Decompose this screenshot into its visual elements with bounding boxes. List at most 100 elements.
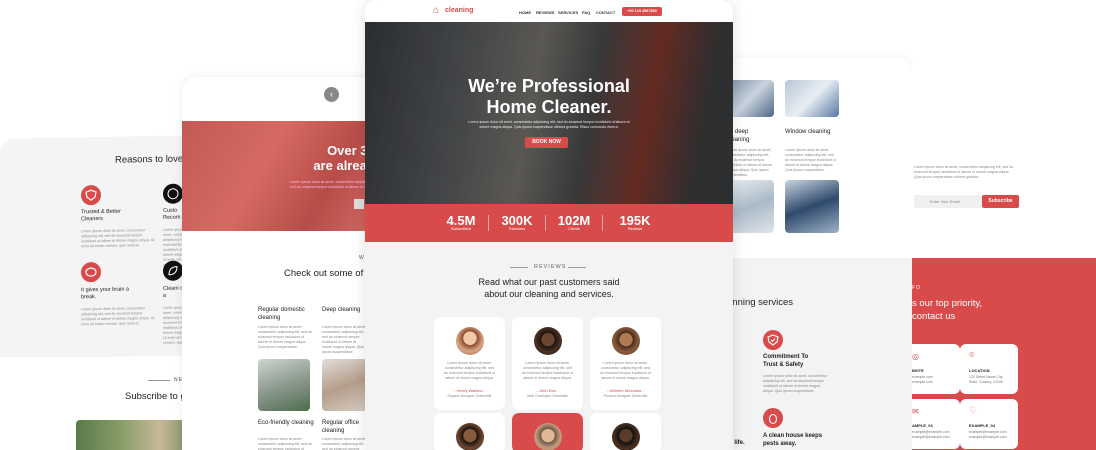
bug-icon [763,408,783,428]
info-box-line: example@example.com [912,430,950,434]
reviewer-role: Graphic Designer Greenville [447,394,492,398]
review-text: Lorem ipsum dolor sit amet, consectetur … [600,361,651,380]
info-box-line: example.com [912,375,933,379]
avatar [612,327,640,355]
brain-icon [81,261,101,283]
reviews-heading-line2: about our cleaning and services. [484,289,614,299]
service-title-deep: ce deep cleaning [727,129,750,143]
cleaning-photo [727,80,774,117]
subscribe-button[interactable]: Subscribe [982,195,1019,208]
reviewer-role: Web Developer Greenville [527,394,568,398]
book-now-button[interactable]: BOOK NOW [525,137,568,148]
shield-check-icon [763,330,783,350]
section-tag: W [359,255,364,261]
info-box-label: LOCATION [969,368,990,373]
hero-subtitle: Lorem ipsum dolor sit amet, consectetur … [468,120,630,129]
review-card-highlighted [512,413,583,450]
review-text: Lorem ipsum dolor sit amet, consectetur … [522,361,573,380]
service-text: Lorem ipsum dolor sit amet, consectetur … [258,325,312,349]
feature-title-brain: It gives your brain a break. [81,286,129,301]
carousel-prev-button[interactable]: ‹ [324,87,339,102]
left-hero-button[interactable] [354,199,364,209]
logo-icon: ⌂ [433,5,440,16]
stat-clients-value: 102M [557,213,591,228]
stat-followers-label: Followers [508,227,526,231]
feature-text: Lorem ipsum dolor sit amet, consectetur … [81,228,155,249]
kitchen-photo [727,180,774,233]
email-placeholder: Enter Your Email [930,199,960,204]
leaf-icon [163,260,183,281]
nav-services[interactable]: SERVICES [558,10,578,15]
review-card [590,413,661,450]
reasons-heading: Reasons to love [115,153,184,166]
service-text: Lorem ipsum dolor sit amet, consectetur … [322,437,367,450]
info-box-example4: ♡ EXAMPLE_04 example@example.com example… [960,399,1018,449]
main-homepage-card: ⌂ cleaning HOME REVIEWS SERVICES FAQ CON… [365,0,733,450]
info-box-line: example@example.com [912,435,950,439]
feature-text: Lorem ipsum dolor sit amet, consectetur … [81,306,155,327]
info-box-location: ⌾ LOCATION 123 Street Name City, State, … [960,344,1018,394]
reviewer-role: Product Designer Greenville [603,394,648,398]
info-box-line: example@example.com [969,430,1007,434]
divider [510,267,528,268]
brand-logo[interactable]: cleaning [445,7,473,14]
nav-contact[interactable]: CONTACT [596,10,615,15]
newsletter-card: NE Subscribe to g [0,357,200,450]
avatar [534,327,562,355]
stat-clients-label: Clients [568,227,580,231]
info-box-label: EXAMPLE_04 [969,423,996,428]
email-input[interactable]: Enter Your Email [914,195,982,208]
feature-title-trust: Commitment To Trust & Safety [763,354,809,368]
info-heading-line1: s our top priority, [912,298,983,309]
info-box-email: ✉ AMPLE_03 example@example.com example@e… [912,399,960,449]
review-card: Lorem ipsum dolor sit amet, consectetur … [590,317,661,410]
thumbs-icon [163,183,183,204]
stat-subscribers-value: 4.5M [446,213,476,228]
window-cleaning-photo [785,80,839,117]
reasons-card: Reasons to love Trusted & Better Cleaner… [0,135,200,359]
review-card [434,413,505,450]
divider [148,380,170,381]
avatar [456,423,484,450]
globe-icon: ◎ [912,352,919,361]
review-text: Lorem ipsum dolor sit amet, consectetur … [444,361,495,380]
feature-text: Lorem ipsum dolor sit amet, consectetur … [763,374,827,393]
reviewer-name: - Wilhelm Mozuskie - [606,388,645,393]
heart-icon: ♡ [969,405,978,415]
service-text: Lorem ipsum dolor sit amet, consectetur … [258,437,312,450]
avatar [612,423,640,450]
phone-button[interactable]: +00 123 4567890 [622,7,662,16]
info-box-line: 123 Street Name City, [969,375,1004,379]
nav-home[interactable]: HOME [519,10,531,15]
contact-card: FO s our top priority, contact us ◎ BSIT… [912,258,1096,450]
nav-reviews[interactable]: REVIEWS [536,10,554,15]
right-section-heading: anning services [727,297,794,308]
stat-subscribers-label: Subscribers [450,227,472,231]
stat-divider [488,215,489,231]
service-title-domestic: Regular domestic cleaning [258,307,305,321]
left-section-heading: Check out some of [284,268,364,279]
navbar: ⌂ cleaning HOME REVIEWS SERVICES FAQ CON… [365,0,733,22]
info-box-line: State, Country, 12345 [969,380,1003,384]
info-tag: FO [912,285,921,291]
info-box-line: example.com [912,380,933,384]
stat-reviews-value: 195K [619,213,651,228]
feature-title-trusted: Trusted & Better Cleaners [81,208,121,223]
info-box-website: ◎ BSITE example.com example.com [912,344,960,394]
avatar [456,327,484,355]
stat-divider [602,215,603,231]
avatar [534,423,562,450]
divider [568,267,586,268]
info-box-label: AMPLE_03 [912,423,933,428]
review-card: Lorem ipsum dolor sit amet, consectetur … [434,317,505,410]
info-heading-line2: contact us [912,311,956,322]
reviews-tag: REVIEWS [534,264,567,270]
service-title-window: Window cleaning [785,129,831,135]
showcase-stage: Reasons to love Trusted & Better Cleaner… [0,0,1096,450]
garden-photo [76,420,196,450]
reviewer-name: - Henry Walkins - [454,388,485,393]
reviewer-name: - John Doe - [536,388,559,393]
stat-divider [545,215,546,231]
nav-faq[interactable]: FAQ [582,10,590,15]
service-text: Lorem ipsum dolor sit amet, consectetur … [322,325,367,354]
